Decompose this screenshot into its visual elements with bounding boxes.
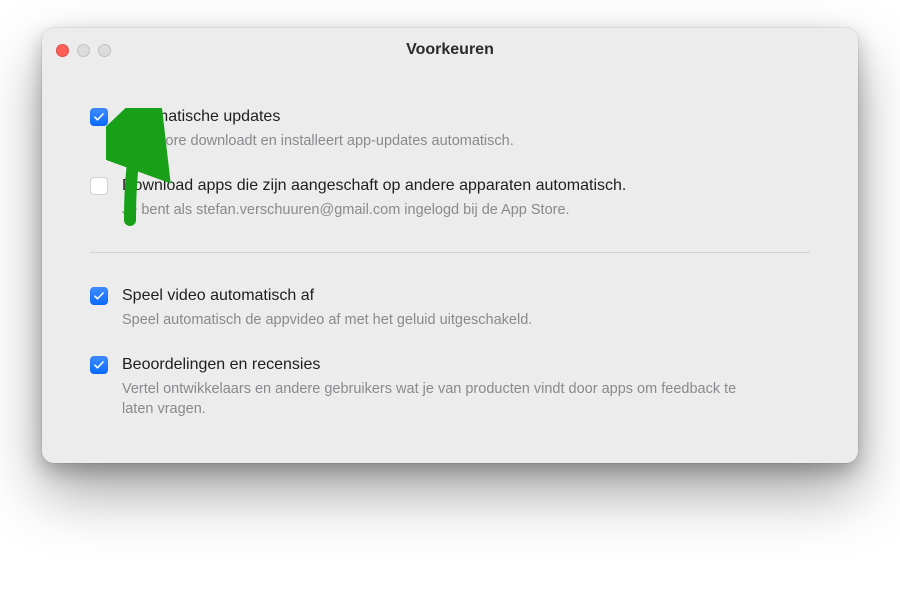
check-icon [93,359,105,371]
option-label: Automatische updates [122,106,810,128]
option-label: Download apps die zijn aangeschaft op an… [122,175,810,197]
option-label: Speel video automatisch af [122,285,810,307]
checkbox-autoplay-video[interactable] [90,287,108,305]
window-title: Voorkeuren [42,41,858,59]
option-label: Beoordelingen en recensies [122,354,810,376]
checkbox-auto-updates[interactable] [90,108,108,126]
check-icon [93,111,105,123]
checkbox-reviews[interactable] [90,356,108,374]
preferences-content: Automatische updates App Store downloadt… [42,72,858,463]
option-reviews: Beoordelingen en recensies Vertel ontwik… [90,344,810,433]
option-desc: App Store downloadt en installeert app-u… [122,131,762,151]
checkbox-download-other-devices[interactable] [90,177,108,195]
divider [90,252,810,253]
option-desc: Je bent als stefan.verschuuren@gmail.com… [122,200,762,220]
option-autoplay-video: Speel video automatisch af Speel automat… [90,275,810,344]
check-icon [93,290,105,302]
option-desc: Speel automatisch de appvideo af met het… [122,310,762,330]
preferences-window: Voorkeuren Automatische updates App Stor… [42,28,858,463]
option-auto-updates: Automatische updates App Store downloadt… [90,96,810,165]
option-download-other-devices: Download apps die zijn aangeschaft op an… [90,165,810,234]
option-desc: Vertel ontwikkelaars en andere gebruiker… [122,379,762,419]
titlebar: Voorkeuren [42,28,858,72]
